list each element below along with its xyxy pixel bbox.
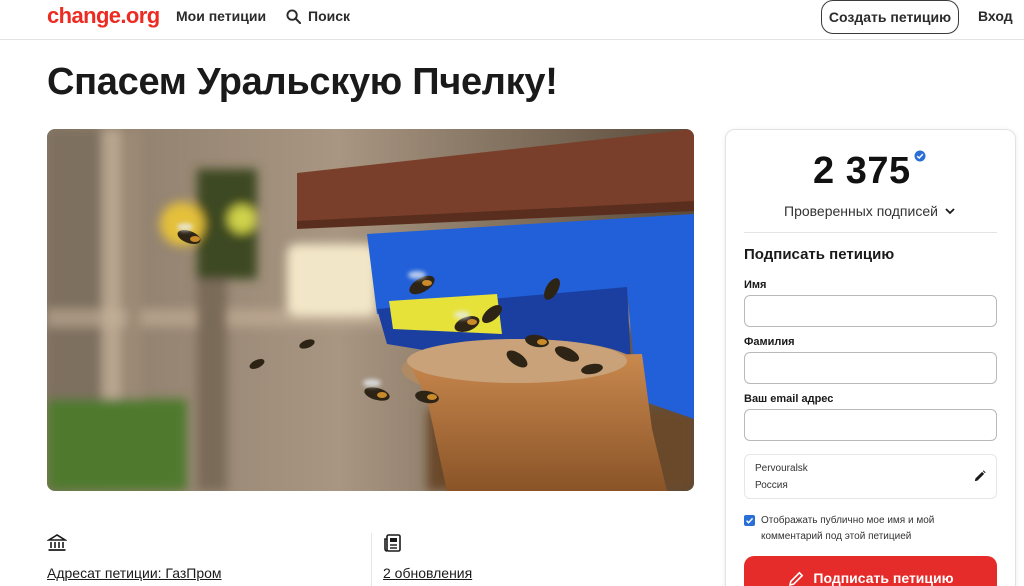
last-name-input[interactable] bbox=[744, 352, 997, 384]
card-divider bbox=[744, 232, 997, 233]
location-selector[interactable]: Pervouralsk Россия bbox=[744, 454, 997, 499]
verified-signatures-toggle[interactable]: Проверенных подписей bbox=[784, 203, 956, 219]
search-icon bbox=[286, 8, 301, 24]
change-org-logo[interactable]: change.org bbox=[47, 3, 160, 29]
email-label: Ваш email адрес bbox=[744, 393, 834, 405]
page-title: Спасем Уральскую Пчелку! bbox=[47, 61, 558, 103]
nav-search[interactable]: Поиск bbox=[286, 8, 350, 24]
newspaper-icon bbox=[384, 534, 401, 552]
sign-petition-heading: Подписать петицию bbox=[744, 246, 895, 263]
signature-count: 2 375 bbox=[813, 150, 911, 192]
verified-badge-icon bbox=[914, 150, 926, 162]
info-divider bbox=[371, 533, 372, 586]
chevron-down-icon bbox=[945, 208, 955, 215]
first-name-input[interactable] bbox=[744, 295, 997, 327]
nav-search-label: Поиск bbox=[308, 8, 351, 24]
location-city: Pervouralsk bbox=[755, 463, 808, 474]
verified-signatures-label: Проверенных подписей bbox=[784, 203, 938, 219]
nav-my-petitions[interactable]: Мои петиции bbox=[176, 8, 266, 24]
pencil-icon[interactable] bbox=[973, 470, 986, 483]
pen-icon bbox=[789, 571, 804, 586]
login-link[interactable]: Вход bbox=[978, 8, 1013, 24]
sign-petition-button[interactable]: Подписать петицию bbox=[744, 556, 997, 586]
petition-updates-link[interactable]: 2 обновления bbox=[383, 565, 472, 581]
location-country: Россия bbox=[755, 480, 788, 491]
public-consent-text: Отображать публично мое имя и мой коммен… bbox=[761, 515, 935, 542]
first-name-label: Имя bbox=[744, 279, 767, 291]
email-input[interactable] bbox=[744, 409, 997, 441]
petition-target: Адресат петиции: ГазПром bbox=[46, 533, 222, 581]
petition-updates: 2 обновления bbox=[383, 533, 472, 581]
check-icon bbox=[746, 517, 754, 524]
sign-petition-button-label: Подписать петицию bbox=[813, 570, 954, 586]
create-petition-button[interactable]: Создать петицию bbox=[821, 0, 959, 34]
public-consent-checkbox[interactable] bbox=[744, 515, 755, 526]
building-icon bbox=[46, 534, 68, 551]
petition-hero-image bbox=[47, 129, 694, 491]
last-name-label: Фамилия bbox=[744, 336, 795, 348]
petition-target-link[interactable]: Адресат петиции: ГазПром bbox=[47, 565, 222, 581]
top-header: change.org Мои петиции Поиск Создать пет… bbox=[0, 0, 1024, 40]
